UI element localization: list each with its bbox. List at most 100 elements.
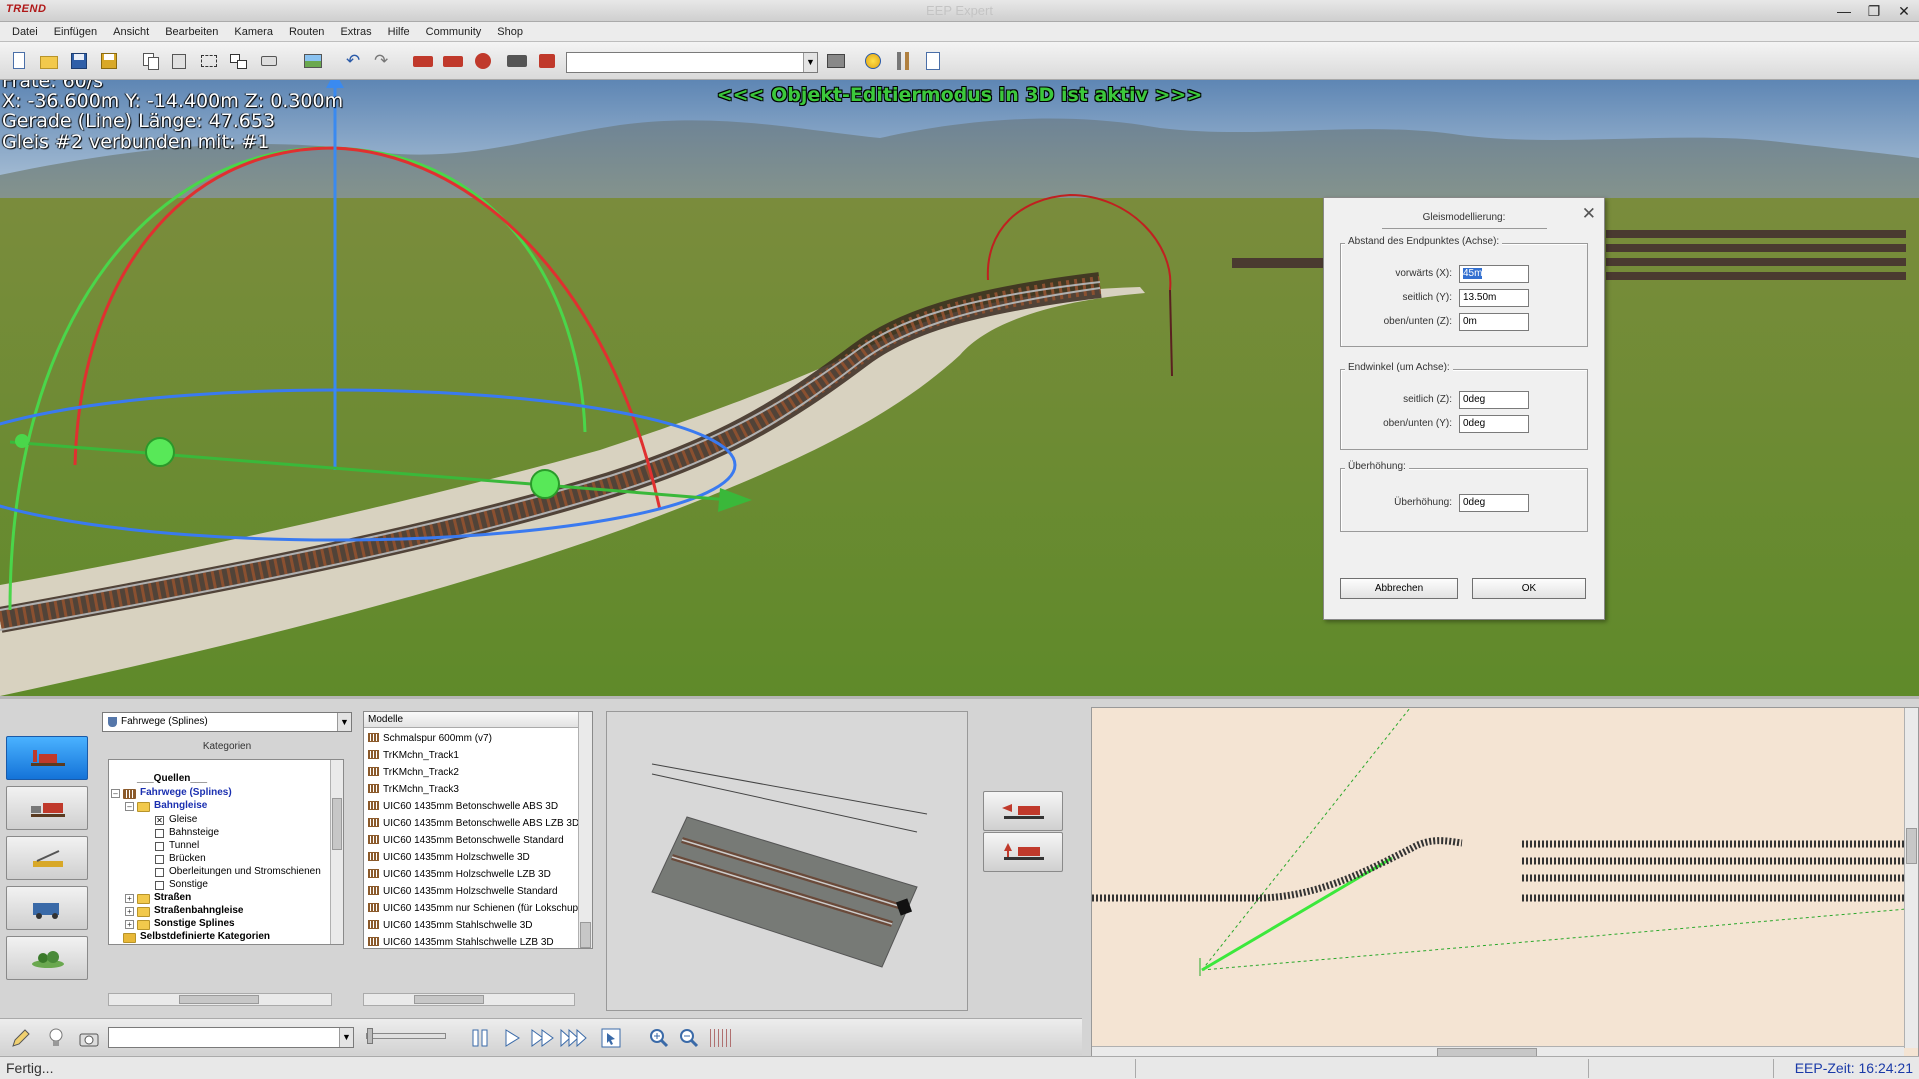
- close-icon[interactable]: ✕: [1582, 205, 1596, 222]
- model-list-item[interactable]: UIC60 1435mm Betonschwelle ABS LZB 3D: [368, 816, 579, 832]
- menu-routen[interactable]: Routen: [281, 26, 332, 38]
- insert-left-button[interactable]: [983, 791, 1063, 831]
- menu-kamera[interactable]: Kamera: [226, 26, 281, 38]
- model-list-item[interactable]: UIC60 1435mm Holzschwelle Standard: [368, 884, 558, 900]
- play-icon[interactable]: [502, 1027, 522, 1049]
- model-list-item[interactable]: UIC60 1435mm Holzschwelle 3D: [368, 850, 530, 866]
- spline-type-select[interactable]: Fahrwege (Splines) ▼: [102, 712, 352, 732]
- restore-icon[interactable]: ❐: [1859, 0, 1889, 22]
- expand-icon[interactable]: +: [125, 907, 134, 916]
- tree-item-selbstdefiniert[interactable]: Selbstdefinierte Kategorien: [140, 931, 270, 942]
- scroll-thumb[interactable]: [1906, 828, 1917, 864]
- scroll-thumb[interactable]: [414, 995, 484, 1004]
- menu-community[interactable]: Community: [418, 26, 490, 38]
- model-list-item[interactable]: TrKMchn_Track3: [368, 782, 459, 798]
- save-icon[interactable]: [68, 50, 90, 72]
- tree-item-gleise[interactable]: Gleise: [169, 814, 197, 825]
- scroll-thumb[interactable]: [332, 798, 342, 850]
- fastest-forward-icon[interactable]: [560, 1027, 588, 1049]
- tree-item-quellen[interactable]: ___Quellen___: [137, 773, 207, 784]
- lightbulb-icon[interactable]: [48, 1027, 64, 1049]
- tree-item-oberleitungen[interactable]: Oberleitungen und Stromschienen: [169, 866, 321, 877]
- pencil-icon[interactable]: [10, 1027, 32, 1049]
- tree-horizontal-scrollbar[interactable]: [108, 993, 332, 1006]
- category-landscape-button[interactable]: [6, 936, 88, 980]
- category-buildings-button[interactable]: [6, 836, 88, 880]
- landscape-icon[interactable]: [302, 50, 324, 72]
- settings-sheet-icon[interactable]: [922, 50, 944, 72]
- tree-item-tunnel[interactable]: Tunnel: [169, 840, 199, 851]
- model-list-item[interactable]: UIC60 1435mm Betonschwelle Standard: [368, 833, 564, 849]
- obenunten-input[interactable]: 0m: [1459, 313, 1529, 331]
- grid-icon[interactable]: [710, 1029, 732, 1047]
- model-list-item[interactable]: TrKMchn_Track1: [368, 748, 459, 764]
- collapse-icon[interactable]: –: [125, 802, 134, 811]
- category-rollingstock-button[interactable]: [6, 786, 88, 830]
- train-signal-icon[interactable]: [536, 50, 558, 72]
- fast-forward-icon[interactable]: [530, 1027, 556, 1049]
- save-as-icon[interactable]: [98, 50, 120, 72]
- camera-icon[interactable]: [78, 1027, 100, 1049]
- cancel-button[interactable]: Abbrechen: [1340, 578, 1458, 599]
- menu-datei[interactable]: Datei: [4, 26, 46, 38]
- eraser-icon[interactable]: [258, 50, 280, 72]
- 3d-viewport[interactable]: Frate: 60/s X: -36.600m Y: -14.400m Z: 0…: [0, 80, 1919, 696]
- pause-icon[interactable]: [470, 1027, 490, 1049]
- vorwaerts-input[interactable]: 45m: [1459, 265, 1529, 283]
- zoom-in-icon[interactable]: [648, 1027, 670, 1049]
- train-camera-icon[interactable]: [506, 50, 528, 72]
- multi-select-icon[interactable]: [228, 50, 250, 72]
- plan-vertical-scrollbar[interactable]: [1904, 708, 1918, 1048]
- model-list-item[interactable]: UIC60 1435mm Holzschwelle LZB 3D: [368, 867, 551, 883]
- menu-hilfe[interactable]: Hilfe: [380, 26, 418, 38]
- sun-icon[interactable]: [862, 50, 884, 72]
- angle-obenunten-input[interactable]: 0deg: [1459, 415, 1529, 433]
- tree-item-bahnsteige[interactable]: Bahnsteige: [169, 827, 219, 838]
- menu-einfuegen[interactable]: Einfügen: [46, 26, 105, 38]
- speed-slider[interactable]: [366, 1028, 446, 1044]
- model-list-item[interactable]: UIC60 1435mm Betonschwelle ABS 3D: [368, 799, 558, 815]
- copy-icon[interactable]: [140, 50, 162, 72]
- scroll-thumb[interactable]: [179, 995, 259, 1004]
- train-stop-icon[interactable]: [472, 50, 494, 72]
- toolbar-train-combo[interactable]: ▼: [566, 52, 818, 73]
- model-list-item[interactable]: UIC60 1435mm Stahlschwelle 3D: [368, 918, 533, 934]
- category-immobile-button[interactable]: [6, 886, 88, 930]
- model-list-item[interactable]: UIC60 1435mm nur Schienen (für Lokschupp…: [368, 901, 592, 917]
- seitlich-input[interactable]: 13.50m: [1459, 289, 1529, 307]
- models-header[interactable]: Modelle: [364, 712, 579, 728]
- models-vertical-scrollbar[interactable]: [578, 712, 592, 948]
- insert-up-button[interactable]: [983, 832, 1063, 872]
- menu-bearbeiten[interactable]: Bearbeiten: [157, 26, 226, 38]
- checkbox-icon[interactable]: [155, 881, 164, 890]
- checkbox-icon[interactable]: [155, 855, 164, 864]
- category-tracks-button[interactable]: [6, 736, 88, 780]
- expand-icon[interactable]: +: [125, 894, 134, 903]
- model-list-item[interactable]: Schmalspur 600mm (v7): [368, 731, 492, 747]
- zoom-out-icon[interactable]: [678, 1027, 700, 1049]
- chevron-down-icon[interactable]: ▼: [803, 53, 817, 72]
- chevron-down-icon[interactable]: ▼: [339, 1028, 353, 1047]
- model-list-item[interactable]: TrKMchn_Track2: [368, 765, 459, 781]
- train-left-icon[interactable]: [412, 50, 434, 72]
- collapse-icon[interactable]: –: [111, 789, 120, 798]
- camera-view-icon[interactable]: [825, 50, 847, 72]
- menu-shop[interactable]: Shop: [489, 26, 531, 38]
- redo-icon[interactable]: ↷: [370, 50, 392, 72]
- ok-button[interactable]: OK: [1472, 578, 1586, 599]
- select-area-icon[interactable]: [198, 50, 220, 72]
- tree-item-bahngleise[interactable]: Bahngleise: [154, 800, 207, 811]
- scroll-thumb[interactable]: [580, 922, 591, 948]
- menu-ansicht[interactable]: Ansicht: [105, 26, 157, 38]
- close-icon[interactable]: ✕: [1889, 0, 1919, 22]
- checkbox-icon[interactable]: [155, 829, 164, 838]
- open-folder-icon[interactable]: [38, 50, 60, 72]
- train-right-icon[interactable]: [442, 50, 464, 72]
- minimize-icon[interactable]: —: [1829, 0, 1859, 22]
- angle-seitlich-input[interactable]: 0deg: [1459, 391, 1529, 409]
- tools-icon[interactable]: [892, 50, 914, 72]
- expand-icon[interactable]: +: [125, 920, 134, 929]
- paste-icon[interactable]: [168, 50, 190, 72]
- checkbox-icon[interactable]: [155, 868, 164, 877]
- ueberhoehung-input[interactable]: 0deg: [1459, 494, 1529, 512]
